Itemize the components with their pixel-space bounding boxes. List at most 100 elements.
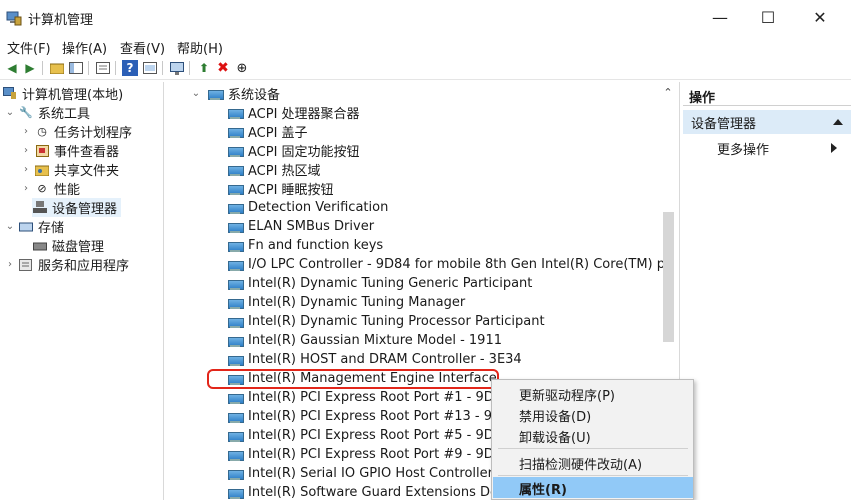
tree-label: 共享文件夹 — [54, 164, 120, 179]
help-icon[interactable]: ? — [122, 60, 138, 76]
device-row[interactable]: ACPI 热区域 — [228, 160, 321, 179]
title-bar: 计算机管理 — ☐ ✕ — [0, 0, 851, 36]
menu-separator — [498, 475, 688, 476]
tree-item-disk-management[interactable]: 磁盘管理 — [32, 236, 104, 255]
scroll-thumb[interactable] — [663, 212, 674, 342]
device-row[interactable]: Intel(R) Dynamic Tuning Manager — [228, 293, 465, 312]
console-icon[interactable] — [142, 60, 158, 76]
chevron-right-icon[interactable]: › — [20, 183, 32, 194]
tree-item-system-tools[interactable]: ⌄ 🔧 系统工具 — [4, 103, 90, 122]
device-row[interactable]: ACPI 盖子 — [228, 122, 308, 141]
device-row[interactable]: Intel(R) Software Guard Extensions De — [228, 483, 498, 500]
tree-label: 设备管理器 — [52, 202, 118, 217]
device-icon — [228, 469, 244, 480]
device-row[interactable]: Intel(R) Dynamic Tuning Generic Particip… — [228, 274, 532, 293]
device-label: Intel(R) Serial IO GPIO Host Controller — [248, 466, 493, 481]
device-category-icon — [208, 89, 224, 100]
chevron-right-icon[interactable]: › — [20, 145, 32, 156]
device-icon — [228, 241, 244, 252]
chevron-right-icon[interactable]: › — [4, 259, 16, 270]
device-icon — [228, 203, 244, 214]
enable-device-icon[interactable]: ⊕ — [234, 60, 250, 76]
menu-separator — [498, 448, 688, 449]
tree-item-root[interactable]: 计算机管理(本地) — [2, 84, 123, 103]
toolbar: ◀ ▶ ? ⬆ ✖ ⊕ — [0, 58, 851, 80]
context-uninstall-device[interactable]: 卸载设备(U) — [493, 425, 693, 446]
device-row[interactable]: Intel(R) PCI Express Root Port #13 - 9D — [228, 407, 502, 426]
properties-icon[interactable] — [95, 60, 111, 76]
chevron-down-icon[interactable]: ⌄ — [190, 88, 202, 99]
context-update-driver[interactable]: 更新驱动程序(P) — [493, 383, 693, 404]
chevron-down-icon[interactable]: ⌄ — [4, 107, 16, 118]
tree-item-services-apps[interactable]: › 服务和应用程序 — [4, 255, 129, 274]
device-row[interactable]: ACPI 固定功能按钮 — [228, 141, 360, 160]
device-label: I/O LPC Controller - 9D84 for mobile 8th… — [248, 257, 671, 272]
close-button[interactable]: ✕ — [797, 0, 843, 34]
device-manager-icon — [32, 201, 48, 215]
device-icon — [228, 222, 244, 233]
context-menu: 更新驱动程序(P) 禁用设备(D) 卸载设备(U) 扫描检测硬件改动(A) 属性… — [491, 379, 694, 500]
menu-action[interactable]: 操作(A) — [62, 38, 107, 57]
device-label: Intel(R) PCI Express Root Port #13 - 9D — [248, 409, 503, 424]
up-folder-icon[interactable] — [49, 60, 65, 76]
tree-item-device-manager[interactable]: 设备管理器 — [32, 198, 122, 217]
tree-item-event-viewer[interactable]: › 事件查看器 — [20, 141, 119, 160]
scroll-up-icon[interactable]: ⌃ — [662, 86, 674, 100]
toolbar-separator — [42, 61, 43, 75]
context-scan-hardware[interactable]: 扫描检测硬件改动(A) — [493, 452, 693, 473]
collapse-up-icon[interactable] — [833, 119, 843, 125]
actions-section-device-manager[interactable]: 设备管理器 — [683, 110, 851, 134]
device-row[interactable]: ACPI 睡眠按钮 — [228, 179, 334, 198]
uninstall-icon[interactable]: ✖ — [215, 60, 231, 76]
menu-help[interactable]: 帮助(H) — [177, 38, 223, 57]
device-icon — [228, 260, 244, 271]
performance-icon: ⊘ — [37, 182, 47, 195]
device-row[interactable]: Intel(R) PCI Express Root Port #1 - 9DI — [228, 388, 498, 407]
forward-icon[interactable]: ▶ — [22, 60, 38, 76]
maximize-button[interactable]: ☐ — [745, 0, 791, 34]
console-tree: 计算机管理(本地) ⌄ 🔧 系统工具 › ◷ 任务计划程序 › 事件查看器 › … — [0, 82, 164, 500]
update-driver-icon[interactable]: ⬆ — [196, 60, 212, 76]
device-label: Fn and function keys — [248, 238, 384, 253]
tree-label: 存储 — [38, 221, 65, 236]
actions-pane: 操作 设备管理器 更多操作 — [683, 82, 851, 500]
device-icon — [228, 488, 244, 499]
device-row[interactable]: ELAN SMBus Driver — [228, 217, 374, 236]
chevron-right-icon[interactable]: › — [20, 126, 32, 137]
device-row[interactable]: ACPI 处理器聚合器 — [228, 103, 360, 122]
device-row[interactable]: Fn and function keys — [228, 236, 383, 255]
tree-item-task-scheduler[interactable]: › ◷ 任务计划程序 — [20, 122, 132, 141]
back-icon[interactable]: ◀ — [4, 60, 20, 76]
device-label: Intel(R) PCI Express Root Port #1 - 9DI — [248, 390, 498, 405]
chevron-right-icon[interactable]: › — [20, 164, 32, 175]
show-hide-tree-icon[interactable] — [68, 60, 84, 76]
tree-item-performance[interactable]: › ⊘ 性能 — [20, 179, 80, 198]
context-disable-device[interactable]: 禁用设备(D) — [493, 404, 693, 425]
more-actions-item[interactable]: 更多操作 — [683, 136, 851, 160]
context-properties[interactable]: 属性(R) — [493, 477, 693, 498]
services-icon — [18, 258, 34, 272]
device-row[interactable]: Intel(R) Gaussian Mixture Model - 1911 — [228, 331, 502, 350]
device-row[interactable]: Intel(R) Dynamic Tuning Processor Partic… — [228, 312, 545, 331]
tree-item-shared-folders[interactable]: › 共享文件夹 — [20, 160, 119, 179]
device-icon — [228, 317, 244, 328]
device-row[interactable]: Intel(R) Serial IO GPIO Host Controller — [228, 464, 493, 483]
minimize-button[interactable]: — — [697, 0, 743, 34]
device-icon — [228, 336, 244, 347]
device-label: ACPI 处理器聚合器 — [248, 107, 360, 122]
device-row[interactable]: Detection Verification — [228, 198, 388, 217]
tree-item-system-devices[interactable]: ⌄ 系统设备 — [190, 84, 280, 103]
monitor-icon[interactable] — [169, 60, 185, 76]
toolbar-separator — [189, 61, 190, 75]
section-label: 设备管理器 — [691, 116, 757, 132]
device-row[interactable]: Intel(R) HOST and DRAM Controller - 3E34 — [228, 350, 522, 369]
menu-view[interactable]: 查看(V) — [120, 38, 165, 57]
toolbar-separator — [162, 61, 163, 75]
device-label: ACPI 盖子 — [248, 126, 308, 141]
device-row[interactable]: I/O LPC Controller - 9D84 for mobile 8th… — [228, 255, 670, 274]
menu-file[interactable]: 文件(F) — [7, 38, 51, 57]
chevron-down-icon[interactable]: ⌄ — [4, 221, 16, 232]
device-row[interactable]: Intel(R) PCI Express Root Port #5 - 9DI — [228, 426, 498, 445]
tree-item-storage[interactable]: ⌄ 存储 — [4, 217, 64, 236]
device-row[interactable]: Intel(R) PCI Express Root Port #9 - 9DI — [228, 445, 498, 464]
